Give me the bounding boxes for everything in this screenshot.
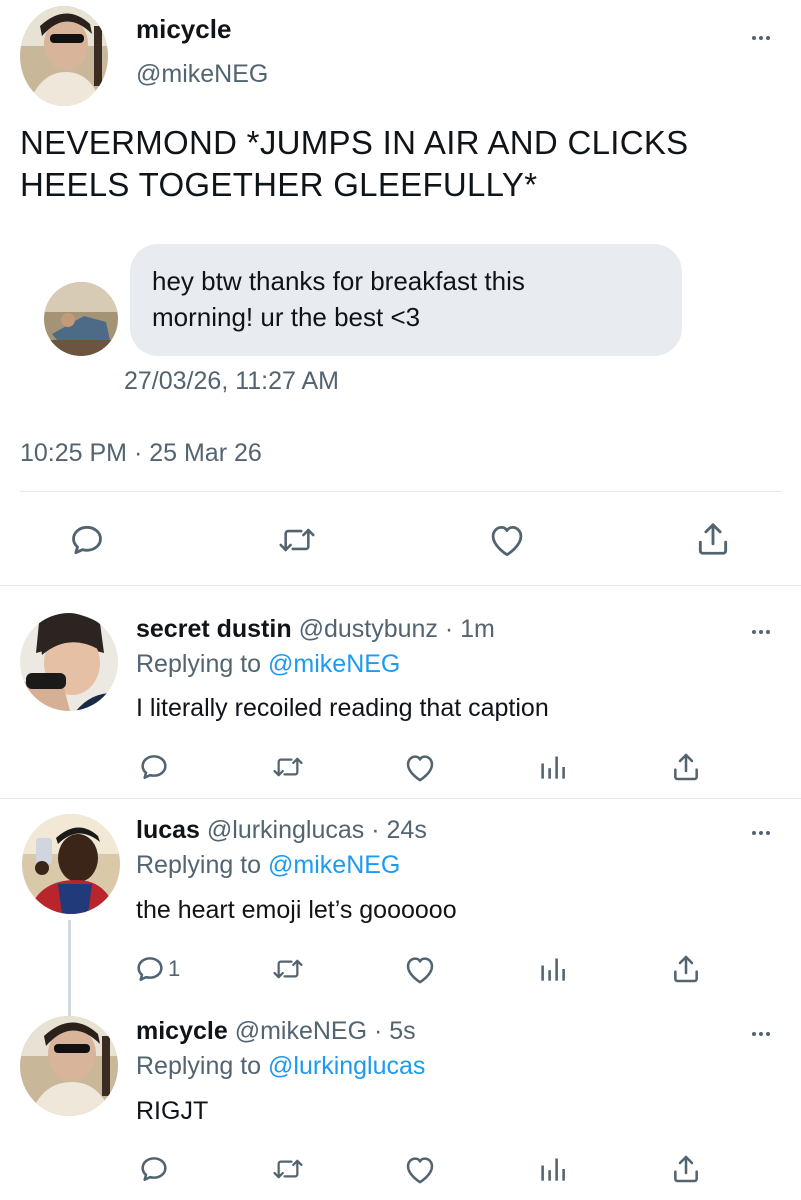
more-dots-icon[interactable]: [748, 1026, 774, 1042]
replying-to-link[interactable]: @mikeNEG: [268, 650, 400, 678]
replying-to: Replying to @lurkinglucas: [136, 1052, 425, 1081]
bar-chart-icon: [541, 1158, 565, 1181]
retweet-button[interactable]: [266, 1152, 310, 1186]
author-name[interactable]: lucas: [136, 816, 200, 844]
reply-text: I literally recoiled reading that captio…: [136, 694, 549, 722]
like-button[interactable]: [484, 520, 530, 560]
heart-icon: [406, 754, 434, 781]
share-button[interactable]: [666, 748, 706, 786]
author-name[interactable]: micycle: [136, 14, 231, 45]
avatar[interactable]: [20, 613, 118, 711]
avatar[interactable]: [22, 814, 120, 914]
thread-line: [68, 920, 71, 1016]
heart-icon: [491, 526, 523, 557]
speech-bubble-icon: [141, 1157, 167, 1181]
share-button[interactable]: [666, 950, 706, 988]
retweet-icon: [273, 757, 303, 777]
author-name[interactable]: micycle: [136, 1017, 228, 1045]
reply-header: lucas @lurkinglucas · 24s: [136, 816, 427, 845]
replying-label: Replying to: [136, 1052, 262, 1080]
reply-text: RIGJT: [136, 1097, 209, 1125]
share-icon: [674, 753, 698, 781]
replying-label: Replying to: [136, 650, 262, 678]
heart-icon: [406, 956, 434, 983]
analytics-button[interactable]: [534, 952, 572, 986]
speech-bubble-icon: [72, 525, 102, 555]
reply-button[interactable]: 1: [134, 950, 194, 988]
analytics-button[interactable]: [534, 1152, 572, 1186]
replying-to-link[interactable]: @mikeNEG: [268, 851, 400, 879]
like-button[interactable]: [400, 1150, 440, 1188]
tweet-text-line-2: HEELS TOGETHER GLEEFULLY*: [20, 166, 538, 203]
share-icon: [674, 955, 698, 983]
retweet-button[interactable]: [272, 520, 322, 560]
like-button[interactable]: [400, 950, 440, 988]
reply-time: · 5s: [374, 1017, 416, 1045]
like-button[interactable]: [400, 748, 440, 786]
reply-header: secret dustin @dustybunz · 1m: [136, 615, 495, 644]
reply-time: · 1m: [444, 615, 495, 643]
speech-bubble-icon: [141, 755, 167, 779]
message-avatar: [44, 282, 118, 356]
more-dots-icon[interactable]: [748, 624, 774, 640]
speech-bubble-icon: [137, 957, 163, 981]
tweet-timestamp[interactable]: 10:25 PM · 25 Mar 26: [20, 439, 262, 468]
divider: [0, 585, 801, 586]
analytics-button[interactable]: [534, 750, 572, 784]
share-button[interactable]: [690, 518, 736, 560]
share-icon: [698, 523, 728, 555]
reply-count: 1: [168, 956, 181, 981]
retweet-icon: [279, 528, 315, 552]
message-timestamp: 27/03/26, 11:27 AM: [124, 367, 339, 395]
retweet-button[interactable]: [266, 750, 310, 784]
replying-label: Replying to: [136, 851, 262, 879]
author-handle[interactable]: @dustybunz: [299, 615, 438, 643]
replying-to: Replying to @mikeNEG: [136, 851, 400, 880]
share-button[interactable]: [666, 1150, 706, 1188]
author-handle[interactable]: @mikeNEG: [136, 60, 268, 89]
more-dots-icon[interactable]: [748, 825, 774, 841]
message-bubble: hey btw thanks for breakfast this mornin…: [130, 244, 682, 356]
avatar[interactable]: [20, 1016, 118, 1116]
message-text-line-1: hey btw thanks for breakfast this: [152, 266, 525, 296]
replying-to-link[interactable]: @lurkinglucas: [268, 1052, 425, 1080]
avatar[interactable]: [20, 6, 108, 106]
author-handle[interactable]: @mikeNEG: [235, 1017, 367, 1045]
author-handle[interactable]: @lurkinglucas: [207, 816, 364, 844]
tweet-text-line-1: NEVERMOND *JUMPS IN AIR AND CLICKS: [20, 124, 689, 161]
retweet-icon: [273, 959, 303, 979]
reply-time: · 24s: [371, 816, 427, 844]
reply-button[interactable]: [134, 748, 174, 786]
replying-to: Replying to @mikeNEG: [136, 650, 400, 679]
author-name[interactable]: secret dustin: [136, 615, 292, 643]
bar-chart-icon: [541, 958, 565, 981]
retweet-icon: [273, 1159, 303, 1179]
share-icon: [674, 1155, 698, 1183]
reply-button[interactable]: [64, 520, 110, 560]
heart-icon: [406, 1156, 434, 1183]
divider: [0, 798, 801, 799]
reply-text: the heart emoji let’s goooooo: [136, 896, 457, 924]
more-dots-icon[interactable]: [748, 30, 774, 46]
message-text-line-2: morning! ur the best <3: [152, 302, 421, 332]
reply-header: micycle @mikeNEG · 5s: [136, 1017, 416, 1046]
retweet-button[interactable]: [266, 952, 310, 986]
bar-chart-icon: [541, 756, 565, 779]
reply-button[interactable]: [134, 1150, 174, 1188]
divider: [20, 491, 782, 492]
